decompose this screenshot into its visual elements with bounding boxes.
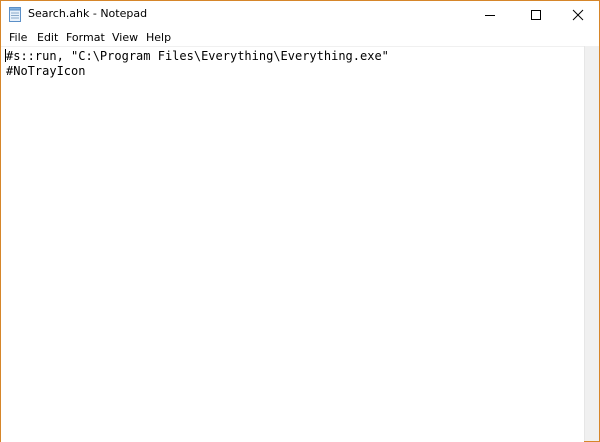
maximize-button[interactable] [513, 1, 559, 29]
notepad-window: Search.ahk - Notepad File Edit Format Vi… [0, 0, 600, 442]
menu-view[interactable]: View [111, 30, 139, 45]
title-bar[interactable]: Search.ahk - Notepad [1, 1, 599, 29]
close-button[interactable] [555, 1, 600, 29]
minimize-icon [485, 15, 495, 16]
editor-line-2: #NoTrayIcon [6, 64, 86, 78]
maximize-icon [531, 10, 541, 20]
text-editor-area[interactable]: #s::run, "C:\Program Files\Everything\Ev… [1, 46, 584, 442]
window-title: Search.ahk - Notepad [28, 7, 148, 20]
menu-bar: File Edit Format View Help [1, 29, 599, 46]
notepad-icon[interactable] [9, 7, 21, 22]
minimize-button[interactable] [467, 1, 513, 29]
close-icon [572, 9, 584, 21]
vertical-scrollbar[interactable] [584, 46, 599, 441]
menu-edit[interactable]: Edit [36, 30, 59, 45]
menu-file[interactable]: File [8, 30, 28, 45]
menu-format[interactable]: Format [65, 30, 106, 45]
editor-line-1: #s::run, "C:\Program Files\Everything\Ev… [6, 49, 389, 63]
menu-help[interactable]: Help [145, 30, 172, 45]
